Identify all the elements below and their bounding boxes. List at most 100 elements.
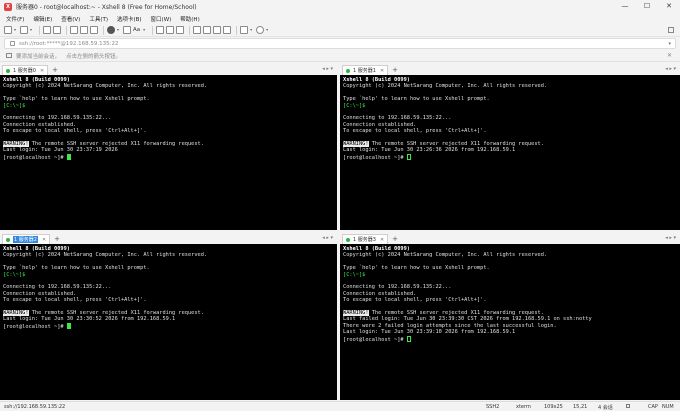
terminal-text: Type `help' to learn how to use Xshell p… — [3, 265, 150, 272]
layout-icon[interactable] — [240, 26, 249, 34]
disconnect-icon[interactable] — [43, 26, 51, 34]
maximize-button[interactable]: ☐ — [636, 0, 658, 13]
menu-bar: 文件(F) 编辑(E) 查看(V) 工具(T) 选项卡(B) 窗口(W) 帮助(… — [0, 13, 680, 24]
chevron-down-icon[interactable]: ▾ — [250, 26, 254, 34]
toolbar-divider — [236, 25, 238, 35]
tab-close-icon[interactable]: ✕ — [40, 68, 44, 74]
find-icon[interactable] — [90, 26, 98, 34]
xftp-icon[interactable] — [156, 26, 165, 34]
terminal-output[interactable]: Xshell 8 (Build 0099) Copyright (c) 2024 … — [0, 244, 337, 400]
chevron-down-icon[interactable]: ▾ — [14, 26, 18, 34]
session-tab[interactable]: 1 服务器0 ✕ — [2, 65, 49, 75]
session-tab-label: 1 服务器0 — [13, 68, 36, 74]
add-tab-button[interactable]: + — [392, 234, 398, 244]
new-session-icon[interactable] — [4, 26, 12, 34]
terminal-text: Copyright (c) 2024 NetSarang Computer, I… — [3, 252, 208, 259]
add-tab-button[interactable]: + — [392, 65, 398, 75]
status-arrows-icon[interactable] — [626, 404, 630, 410]
terminal-text: There were 2 failed login attempts since… — [343, 322, 557, 329]
warning-label: WARNING! — [3, 310, 29, 317]
terminal-text: To escape to local shell, press 'Ctrl+Al… — [3, 297, 147, 304]
add-tab-button[interactable]: + — [52, 65, 58, 75]
tab-close-icon[interactable]: ✕ — [42, 237, 46, 243]
window-controls: — ☐ ✕ — [614, 0, 680, 13]
status-connection: ssh://192.168.59.135:22 — [4, 404, 66, 410]
status-bar: ssh://192.168.59.135:22 SSH2 xterm 109x2… — [0, 401, 680, 411]
address-dropdown-icon[interactable]: ▾ — [668, 41, 671, 47]
terminal-output[interactable]: Xshell 8 (Build 0099) Copyright (c) 2024 … — [0, 75, 337, 230]
terminal-pane-top-left: 1 服务器0 ✕ + ◂ ▸ ▾ Xshell 8 (Build 0099) Co… — [0, 64, 337, 230]
chevron-down-icon[interactable]: ▾ — [117, 26, 121, 34]
lock-screen-icon[interactable] — [223, 26, 232, 34]
bookmark-icon[interactable] — [6, 53, 12, 58]
title-bar: X 服务器0 - root@localhost:~ - Xshell 8 (Fr… — [0, 0, 680, 13]
open-folder-icon[interactable] — [20, 26, 28, 34]
menu-file[interactable]: 文件(F) — [6, 15, 24, 23]
script-icon[interactable] — [176, 26, 185, 34]
connected-status-icon — [6, 237, 10, 242]
terminal-text: Connection established. — [343, 290, 417, 297]
menu-edit[interactable]: 编辑(E) — [33, 15, 52, 23]
globe-icon[interactable] — [107, 26, 115, 34]
help-icon[interactable] — [256, 26, 265, 34]
terminal-text: [C:\~]$ — [3, 102, 26, 109]
toolbar-divider — [152, 25, 154, 35]
chevron-down-icon[interactable]: ▾ — [143, 26, 147, 34]
lock-icon — [10, 41, 15, 46]
menu-view[interactable]: 查看(V) — [61, 15, 80, 23]
terminal-text: [C:\~]$ — [343, 271, 366, 278]
copy-icon[interactable] — [70, 26, 78, 34]
connected-status-icon — [346, 237, 350, 242]
status-protocol: SSH2 — [486, 404, 500, 410]
session-tab[interactable]: 1 服务器3 ✕ — [342, 234, 389, 244]
terminal-pane-top-right: 1 服务器1 ✕ + ◂ ▸ ▾ Xshell 8 (Build 0099) Co… — [340, 64, 680, 230]
tab-nav-arrows[interactable]: ◂ ▸ ▾ — [322, 66, 333, 72]
chevron-down-icon[interactable]: ▾ — [30, 26, 34, 34]
menu-tabs[interactable]: 选项卡(B) — [117, 15, 142, 23]
terminal-output[interactable]: Xshell 8 (Build 0099) Copyright (c) 2024 … — [340, 75, 680, 230]
close-window-button[interactable]: ✕ — [658, 0, 680, 13]
fullscreen-icon[interactable] — [213, 26, 222, 34]
terminal-text: To escape to local shell, press 'Ctrl+Al… — [343, 128, 487, 135]
terminal-text: Last login: Tue Jun 30 23:39:10 2026 fro… — [343, 329, 516, 336]
status-session-count: 4 会话 — [598, 405, 613, 411]
tunneling-icon[interactable] — [166, 26, 175, 34]
menu-window[interactable]: 窗口(W) — [151, 15, 172, 23]
terminal-text: Last login: Tue Jun 30 23:26:36 2026 fro… — [343, 147, 516, 154]
properties-icon[interactable] — [123, 26, 131, 34]
paste-icon[interactable] — [80, 26, 88, 34]
terminal-text: Copyright (c) 2024 NetSarang Computer, I… — [343, 83, 548, 90]
tab-nav-arrows[interactable]: ◂ ▸ ▾ — [322, 235, 333, 241]
terminal-text: Xshell 8 (Build 0099) — [343, 77, 410, 83]
connected-status-icon — [6, 68, 10, 73]
terminal-output[interactable]: Xshell 8 (Build 0099) Copyright (c) 2024 … — [340, 244, 680, 400]
tab-close-icon[interactable]: ✕ — [380, 237, 384, 243]
session-tab-label: 1 服务器2 — [13, 236, 38, 243]
menu-tools[interactable]: 工具(T) — [89, 15, 108, 23]
session-tab[interactable]: 1 服务器2 ✕ — [2, 234, 51, 244]
terminal-text: To escape to local shell, press 'Ctrl+Al… — [3, 128, 147, 135]
terminal-text: Type `help' to learn how to use Xshell p… — [343, 265, 490, 272]
chevron-down-icon[interactable]: ▾ — [266, 26, 270, 34]
session-tab[interactable]: 1 服务器1 ✕ — [342, 65, 389, 75]
font-button[interactable]: Aa — [133, 26, 140, 34]
reconnect-icon[interactable] — [53, 26, 61, 34]
menu-help[interactable]: 帮助(H) — [180, 15, 199, 23]
tab-nav-arrows[interactable]: ◂ ▸ ▾ — [665, 66, 676, 72]
terminal-text: Connection established. — [3, 121, 77, 128]
keyboard-icon[interactable] — [193, 26, 202, 34]
status-terminal-size: 109x25 — [544, 404, 563, 410]
restore-layout-icon[interactable] — [668, 27, 674, 33]
minimize-button[interactable]: — — [614, 0, 636, 13]
tab-nav-arrows[interactable]: ◂ ▸ ▾ — [665, 235, 676, 241]
compose-icon[interactable] — [203, 26, 212, 34]
status-cursor-position: 15,21 — [573, 404, 588, 410]
terminal-text: Connecting to 192.168.59.135:22... — [3, 284, 112, 291]
toolbar-divider — [66, 25, 67, 35]
hint-text-secondary: 点击左侧的箭头按钮。 — [66, 53, 122, 60]
add-tab-button[interactable]: + — [54, 234, 60, 244]
address-text[interactable]: ssh://root:*****@192.168.59.135:22 — [19, 41, 119, 47]
close-hint-icon[interactable]: ✕ — [667, 52, 672, 59]
tab-close-icon[interactable]: ✕ — [380, 68, 384, 74]
address-bar[interactable]: ssh://root:*****@192.168.59.135:22 ▾ — [4, 38, 676, 49]
